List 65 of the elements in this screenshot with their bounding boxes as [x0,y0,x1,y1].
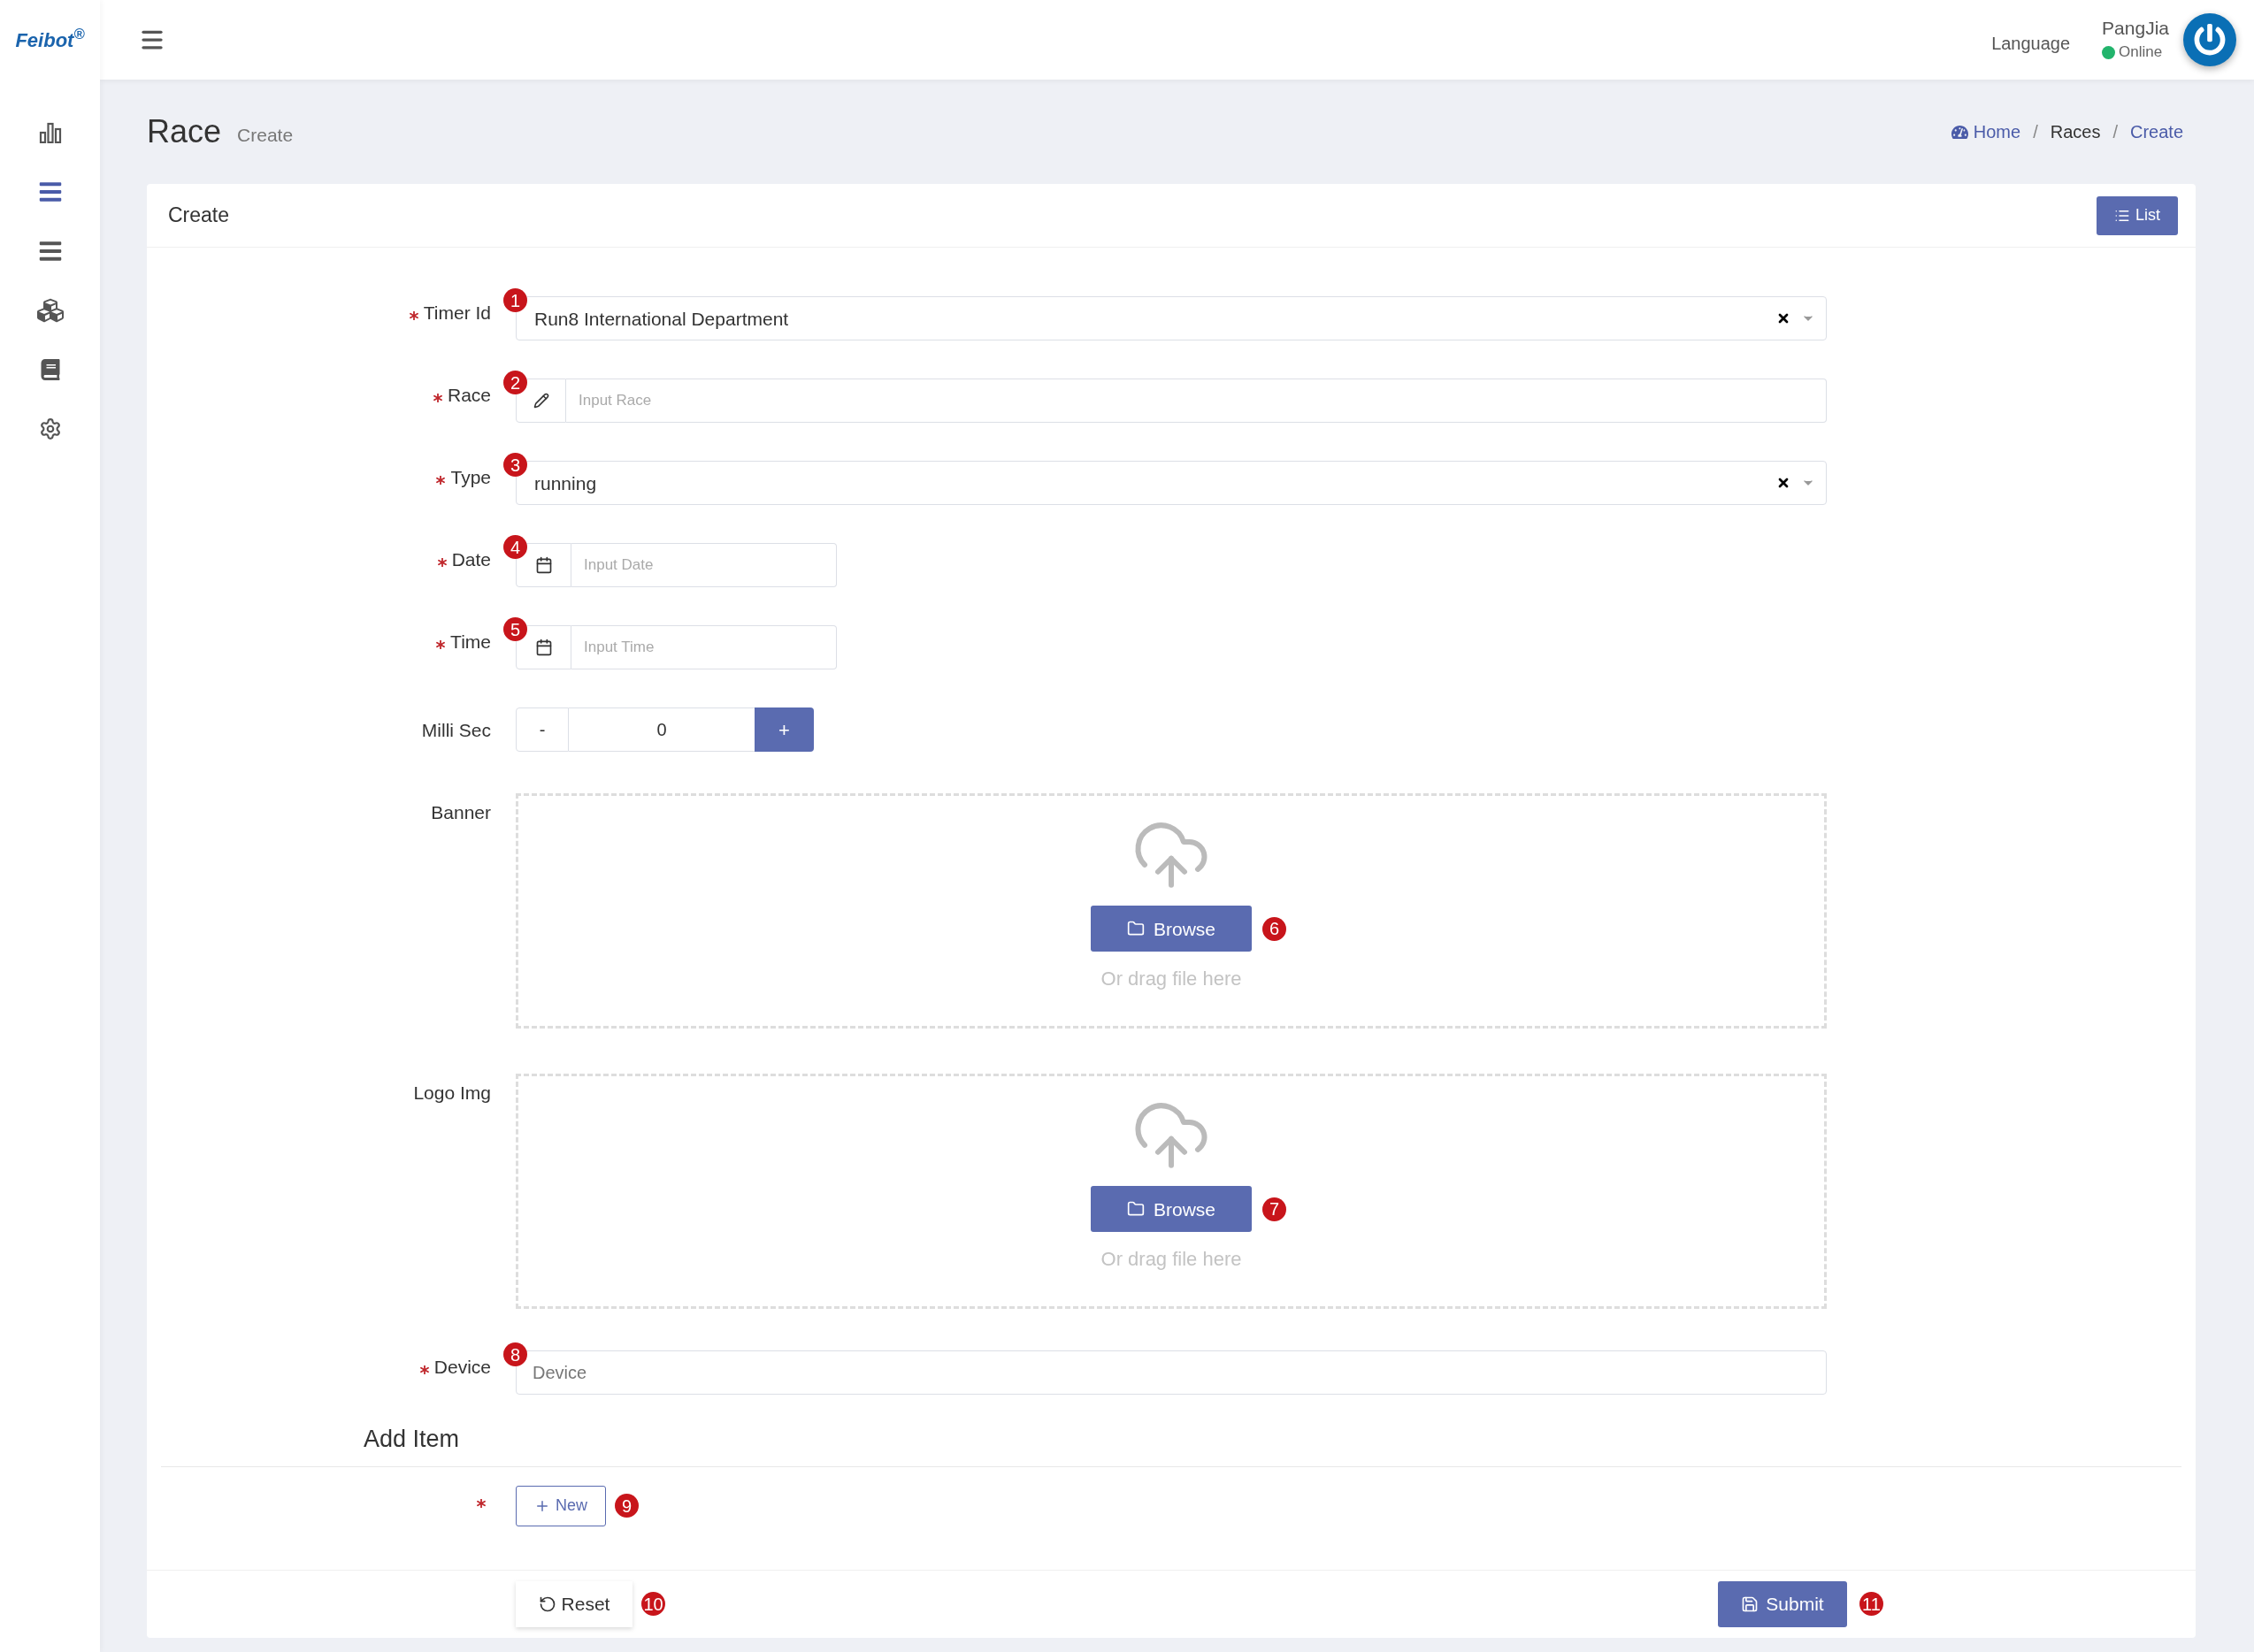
logo[interactable]: Feibot$^{®}$ [15,25,85,55]
field-label: Milli Sec [421,718,491,742]
step-number-badge: 8 [503,1342,527,1367]
drop-hint: Or drag file here [1100,1247,1242,1273]
step-number-badge: 5 [503,617,527,642]
cubes-icon[interactable] [36,296,64,324]
field-label: Device [433,1355,491,1379]
save-icon [1741,1595,1760,1613]
browse-button[interactable]: Browse [1091,1186,1252,1233]
step-number-badge: 6 [1262,916,1286,941]
number-field[interactable]: 0 [569,707,755,753]
drop-hint: Or drag file here [1100,967,1242,992]
field-label: Type [450,465,491,489]
step-number-badge: 7 [1262,1197,1286,1221]
pencil-icon [533,393,549,409]
reset-button[interactable]: Reset [516,1580,632,1627]
breadcrumb-link[interactable]: Home [1973,119,2021,145]
decrement-button[interactable]: - [516,707,569,753]
date-field[interactable]: Input Date [571,543,837,588]
step-number-badge: 1 [503,288,527,313]
file-drop-zone[interactable]: Browse 7 Or drag file here [516,1074,1827,1310]
breadcrumb-link[interactable]: Create [2129,119,2183,145]
language-menu[interactable]: Language [1991,30,2071,57]
new-button[interactable]: New [516,1485,606,1526]
folder-icon [1127,920,1145,938]
user-status: Online [2119,42,2163,63]
book-icon[interactable] [39,358,61,380]
settings-icon[interactable] [38,417,62,440]
bar-chart-icon[interactable] [38,121,62,143]
step-number-badge: 3 [503,453,527,478]
increment-button[interactable]: + [755,707,814,753]
section-heading: Add Item [364,1426,460,1453]
dashboard-icon [1951,123,1968,141]
page-title: Race [147,112,222,151]
text-field[interactable]: Input Race [566,379,1827,424]
browse-button[interactable]: Browse [1091,906,1252,952]
step-number-badge: 11 [1859,1592,1883,1617]
field-label: Logo Img [413,1081,491,1105]
select-value: running [534,471,597,495]
step-number-badge: 9 [615,1494,639,1518]
breadcrumb-separator: / [2033,121,2038,143]
field-label: Race [447,383,491,407]
field-label: Date [451,547,491,571]
user-name: PangJia [2102,17,2169,41]
breadcrumb-link[interactable]: Races [2050,119,2101,145]
reset-icon [538,1595,556,1613]
power-icon [2194,24,2226,56]
step-number-badge: 10 [641,1592,665,1617]
field-label: Timer Id [423,301,491,325]
step-number-badge: 2 [503,371,527,395]
list-button[interactable]: List [2097,195,2178,235]
select-value: Run8 International Department [534,307,789,331]
date-field[interactable]: Input Time [571,625,837,670]
step-number-badge: 4 [503,535,527,560]
breadcrumb-separator: / [2112,121,2118,143]
field-label: Time [450,630,491,654]
calendar-icon [534,639,553,657]
page-subtitle: Create [237,124,294,148]
card-title: Create [168,203,230,229]
folder-icon [1127,1200,1145,1219]
file-drop-zone[interactable]: Browse 6 Or drag file here [516,793,1827,1029]
avatar[interactable] [2183,13,2236,66]
submit-button[interactable]: Submit [1718,1580,1847,1627]
calendar-icon [534,556,553,575]
field-label: Banner [431,800,491,824]
